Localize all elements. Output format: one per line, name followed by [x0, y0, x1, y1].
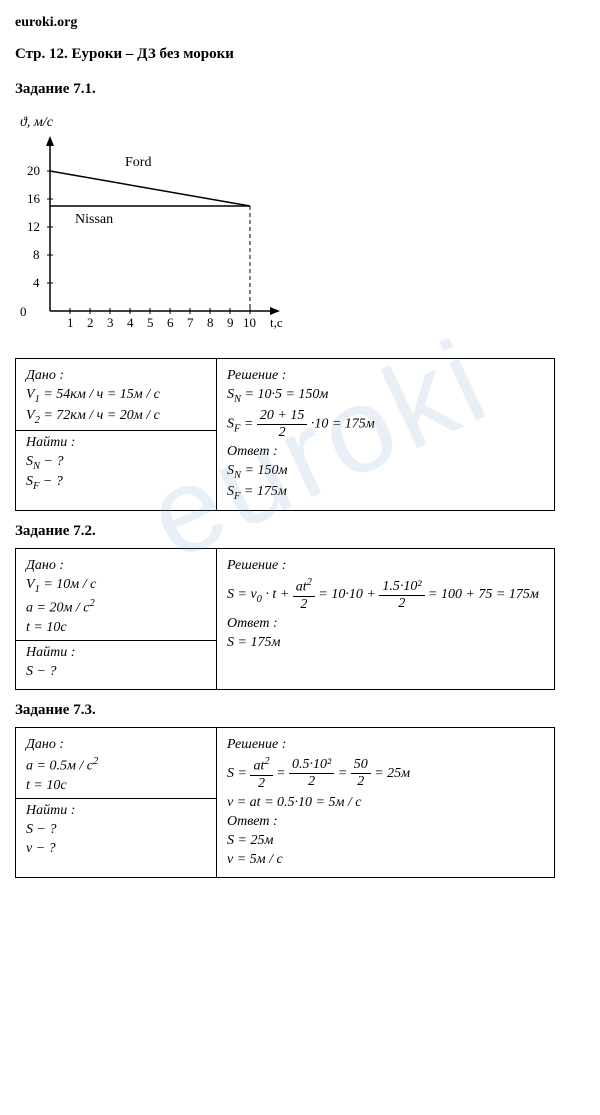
given-label: Дано : [26, 368, 206, 384]
series-nissan-label: Nissan [75, 212, 113, 227]
ans-sf: SF = 175м [227, 484, 544, 502]
svg-text:1: 1 [67, 315, 74, 330]
sol-s: S = at22 = 0.5·10²2 = 502 = 25м [227, 756, 544, 792]
given-a: a = 20м / с2 [26, 598, 206, 617]
svg-text:16: 16 [27, 191, 41, 206]
solution-label: Решение : [227, 558, 544, 574]
svg-text:t,с: t,с [270, 315, 283, 330]
y-axis-label: ϑ, м/с [20, 115, 54, 130]
svg-text:4: 4 [33, 275, 40, 290]
given-v1: V1 = 10м / с [26, 577, 206, 595]
ans-sn: SN = 150м [227, 463, 544, 481]
ans-v: v = 5м / с [227, 852, 544, 868]
given-v1: V1 = 54км / ч = 15м / с [26, 387, 206, 405]
given-cell: Дано : V1 = 54км / ч = 15м / с V2 = 72км… [16, 359, 217, 511]
task-71-solution-table: Дано : V1 = 54км / ч = 15м / с V2 = 72км… [15, 358, 555, 511]
find-s: S − ? [26, 664, 206, 680]
answer-label: Ответ : [227, 444, 544, 460]
solution-label: Решение : [227, 737, 544, 753]
ans-s: S = 25м [227, 833, 544, 849]
task-71-title: Задание 7.1. [15, 81, 585, 98]
given-v2: V2 = 72км / ч = 20м / с [26, 408, 206, 426]
find-v: v − ? [26, 841, 206, 857]
given-label: Дано : [26, 737, 206, 753]
ans-s: S = 175м [227, 635, 544, 651]
svg-text:7: 7 [187, 315, 194, 330]
given-cell: Дано : a = 0.5м / с2 t = 10c Найти : S −… [16, 727, 217, 877]
svg-text:8: 8 [33, 247, 40, 262]
svg-text:4: 4 [127, 315, 134, 330]
svg-text:10: 10 [243, 315, 256, 330]
svg-text:3: 3 [107, 315, 114, 330]
page-title: Стр. 12. Еуроки – ДЗ без мороки [15, 46, 585, 63]
svg-text:2: 2 [87, 315, 94, 330]
svg-text:5: 5 [147, 315, 154, 330]
task-73-solution-table: Дано : a = 0.5м / с2 t = 10c Найти : S −… [15, 727, 555, 878]
site-header: euroki.org [15, 15, 585, 31]
find-sn: SN − ? [26, 454, 206, 472]
given-t: t = 10c [26, 620, 206, 636]
sol-v: v = at = 0.5·10 = 5м / с [227, 795, 544, 811]
svg-text:0: 0 [20, 304, 27, 319]
series-ford-label: Ford [125, 155, 151, 170]
answer-label: Ответ : [227, 616, 544, 632]
solution-cell: Решение : SN = 10·5 = 150м SF = 20 + 152… [217, 359, 555, 511]
given-label: Дано : [26, 558, 206, 574]
solution-cell: Решение : S = v0 · t + at22 = 10·10 + 1.… [217, 549, 555, 689]
find-label: Найти : [26, 803, 206, 819]
svg-text:8: 8 [207, 315, 214, 330]
given-t: t = 10c [26, 778, 206, 794]
find-sf: SF − ? [26, 474, 206, 492]
svg-text:12: 12 [27, 219, 40, 234]
svg-text:20: 20 [27, 163, 40, 178]
solution-cell: Решение : S = at22 = 0.5·10²2 = 502 = 25… [217, 727, 555, 877]
velocity-chart: ϑ, м/с 4 8 12 16 20 1 2 3 4 5 6 7 8 9 10… [15, 111, 305, 341]
task-72-solution-table: Дано : V1 = 10м / с a = 20м / с2 t = 10c… [15, 548, 555, 689]
find-label: Найти : [26, 645, 206, 661]
sol-sf: SF = 20 + 152 ·10 = 175м [227, 408, 544, 441]
solution-label: Решение : [227, 368, 544, 384]
given-a: a = 0.5м / с2 [26, 756, 206, 775]
svg-text:6: 6 [167, 315, 174, 330]
answer-label: Ответ : [227, 814, 544, 830]
sol-sn: SN = 10·5 = 150м [227, 387, 544, 405]
find-label: Найти : [26, 435, 206, 451]
sol-s: S = v0 · t + at22 = 10·10 + 1.5·10²2 = 1… [227, 577, 544, 613]
given-cell: Дано : V1 = 10м / с a = 20м / с2 t = 10c… [16, 549, 217, 689]
task-72-title: Задание 7.2. [15, 523, 585, 540]
task-73-title: Задание 7.3. [15, 702, 585, 719]
find-s: S − ? [26, 822, 206, 838]
svg-text:9: 9 [227, 315, 234, 330]
